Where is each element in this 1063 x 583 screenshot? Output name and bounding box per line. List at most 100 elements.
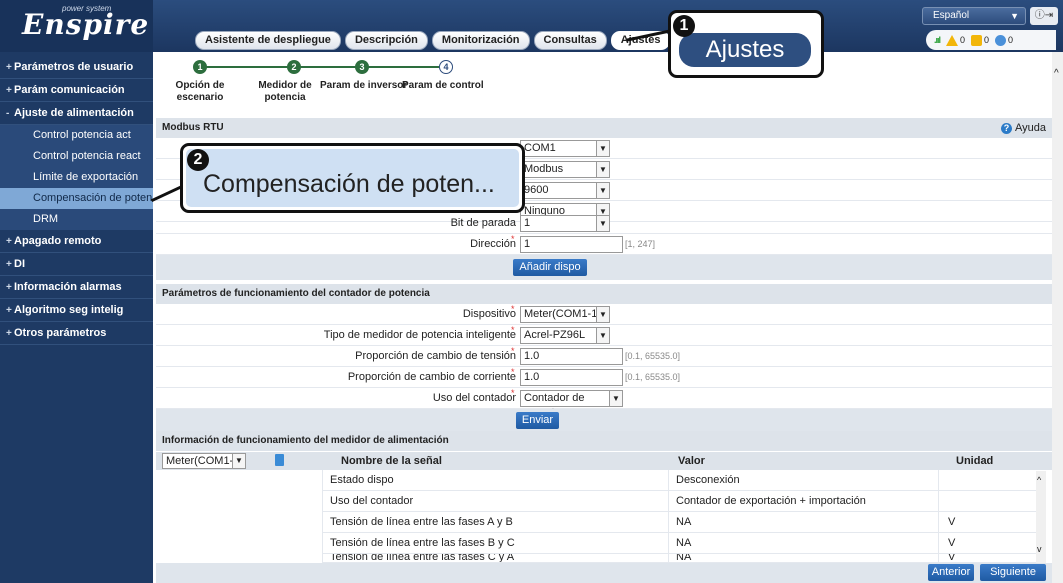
signal-value: Desconexión bbox=[676, 474, 740, 486]
sidebar-item-power-settings[interactable]: - Ajuste de alimentación bbox=[0, 102, 153, 125]
alarm-major[interactable]: 0 bbox=[946, 34, 965, 46]
voltage-ratio-input[interactable]: 1.0 bbox=[520, 348, 623, 365]
address-input[interactable]: 1 bbox=[520, 236, 623, 253]
address-label: Dirección bbox=[470, 238, 516, 250]
language-select[interactable]: Español ▼ bbox=[922, 7, 1026, 25]
help-link[interactable]: ? Ayuda bbox=[1001, 118, 1046, 138]
baud-rate-select[interactable]: 9600 ▼ bbox=[520, 182, 610, 199]
top-header: Enspire power system Asistente de despli… bbox=[0, 0, 1063, 52]
chevron-down-icon: ▼ bbox=[596, 183, 609, 198]
callout-compensation-label: Compensación de poten... bbox=[203, 170, 495, 198]
callout-ajustes: Ajustes 1 bbox=[668, 10, 824, 78]
tab-deployment-wizard[interactable]: Asistente de despliegue bbox=[195, 31, 341, 50]
sidebar-sub-export-limit[interactable]: Límite de exportación bbox=[0, 167, 153, 188]
port-value: COM1 bbox=[524, 142, 556, 154]
voltage-ratio-label: Proporción de cambio de tensión bbox=[355, 350, 516, 362]
logo-subtitle: power system bbox=[62, 4, 112, 13]
expand-icon: + bbox=[6, 305, 12, 316]
device-select[interactable]: Meter(COM1-1) ▼ bbox=[520, 306, 610, 323]
signal-value: Contador de exportación + importación bbox=[676, 495, 866, 507]
signal-value: NA bbox=[676, 537, 692, 549]
meter-type-label: Tipo de medidor de potencia inteligente bbox=[323, 329, 516, 341]
submit-strip: Enviar bbox=[156, 409, 1052, 432]
signal-name: Uso del contador bbox=[330, 495, 414, 507]
expand-icon: + bbox=[6, 282, 12, 293]
sidebar-sub-power-compensation[interactable]: Compensación de poten... bbox=[0, 188, 153, 209]
sidebar-item-di[interactable]: + DI bbox=[0, 253, 153, 276]
sidebar-item-other-params[interactable]: + Otros parámetros bbox=[0, 322, 153, 345]
submit-button[interactable]: Enviar bbox=[516, 412, 559, 429]
protocol-select[interactable]: Modbus ▼ bbox=[520, 161, 610, 178]
signal-value: NA bbox=[676, 554, 692, 563]
footer-strip: Anterior Siguiente bbox=[156, 563, 1052, 583]
sidebar-sub-active-power[interactable]: Control potencia act bbox=[0, 125, 153, 146]
sidebar-item-user-params[interactable]: + Parámetros de usuario bbox=[0, 56, 153, 79]
baud-rate-value: 9600 bbox=[524, 184, 549, 196]
step-4-label: Param de control bbox=[402, 80, 484, 91]
signal-icon: .ııl bbox=[934, 35, 941, 45]
sidebar-sub-drm[interactable]: DRM bbox=[0, 209, 153, 230]
device-label: Dispositivo bbox=[462, 308, 516, 320]
meter-type-select[interactable]: Acrel-PZ96L ▼ bbox=[520, 327, 610, 344]
chevron-down-icon: ▼ bbox=[232, 454, 245, 468]
signal-unit: V bbox=[948, 537, 956, 549]
logout-icon[interactable]: ⇥ bbox=[1045, 10, 1053, 21]
address-range: [1, 247] bbox=[625, 239, 656, 249]
sidebar-item-alarm-info[interactable]: + Información alarmas bbox=[0, 276, 153, 299]
page-scrollbar[interactable]: ^ bbox=[1052, 52, 1063, 583]
scroll-up-icon[interactable]: ^ bbox=[1037, 475, 1041, 485]
current-ratio-row: Proporción de cambio de corriente * 1.0 … bbox=[156, 367, 1052, 388]
tab-queries[interactable]: Consultas bbox=[533, 31, 607, 50]
current-ratio-label: Proporción de cambio de corriente bbox=[347, 371, 516, 383]
meter-info-table-header: Meter(COM1-1) ▼ Nombre de la señal Valor … bbox=[156, 452, 1052, 470]
collapse-icon: - bbox=[6, 108, 10, 119]
callout-number-2: 2 bbox=[187, 149, 209, 171]
stop-bit-label: Bit de parada bbox=[450, 217, 516, 229]
modbus-address-row: Dirección * 1 [1, 247] bbox=[156, 234, 1052, 255]
sidebar: + Parámetros de usuario + Parám comunicaci… bbox=[0, 52, 153, 583]
meter-usage-select[interactable]: Contador de exporta▼ bbox=[520, 390, 623, 419]
meter-info-section-header: Información de funcionamiento del medido… bbox=[156, 431, 1052, 451]
sidebar-item-smart-safety[interactable]: + Algoritmo seg intelig bbox=[0, 299, 153, 322]
current-ratio-input[interactable]: 1.0 bbox=[520, 369, 623, 386]
help-logout-icons[interactable]: ⓘ⇥ bbox=[1030, 7, 1058, 25]
enspire-logo: Enspire power system bbox=[0, 0, 153, 52]
add-device-strip: Añadir dispo bbox=[156, 255, 1052, 280]
sidebar-item-label: Parámetros de usuario bbox=[14, 61, 134, 73]
sidebar-item-remote-shutdown[interactable]: + Apagado remoto bbox=[0, 230, 153, 253]
sidebar-item-label: Apagado remoto bbox=[14, 235, 102, 247]
next-button[interactable]: Siguiente bbox=[980, 564, 1046, 581]
scroll-down-icon[interactable]: v bbox=[1037, 544, 1042, 554]
voltage-ratio-range: [0.1, 65535.0] bbox=[625, 351, 681, 361]
sidebar-item-comm-params[interactable]: + Parám comunicación bbox=[0, 79, 153, 102]
step-connector bbox=[199, 66, 294, 68]
step-1-indicator: 1 bbox=[193, 60, 207, 74]
protocol-value: Modbus bbox=[524, 163, 564, 175]
modbus-stopbit-row: Bit de parada 1 ▼ bbox=[156, 213, 1052, 234]
alarm-minor[interactable]: 0 bbox=[971, 34, 989, 46]
stop-bit-select[interactable]: 1 ▼ bbox=[520, 215, 610, 232]
meter-type-value: Acrel-PZ96L bbox=[524, 329, 586, 341]
port-select[interactable]: COM1 ▼ bbox=[520, 140, 610, 157]
alarm-warning[interactable]: 0 bbox=[995, 34, 1013, 46]
main-tabs: Asistente de despliegue Descripción Moni… bbox=[195, 31, 697, 50]
tab-overview[interactable]: Descripción bbox=[344, 31, 428, 50]
step-connector bbox=[389, 66, 439, 68]
scroll-up-icon[interactable]: ^ bbox=[1054, 68, 1059, 79]
table-scrollbar[interactable]: ^ v bbox=[1036, 471, 1046, 566]
tab-monitoring[interactable]: Monitorización bbox=[431, 31, 530, 50]
device-value: Meter(COM1-1) bbox=[524, 308, 602, 320]
chevron-down-icon: ▼ bbox=[596, 307, 609, 322]
sidebar-sub-reactive-power[interactable]: Control potencia react bbox=[0, 146, 153, 167]
required-mark: * bbox=[511, 234, 515, 244]
expand-icon: + bbox=[6, 328, 12, 339]
info-icon[interactable]: ⓘ bbox=[1035, 10, 1045, 21]
add-device-button[interactable]: Añadir dispo bbox=[513, 259, 587, 276]
delete-icon[interactable] bbox=[275, 454, 284, 466]
signal-unit: V bbox=[948, 516, 956, 528]
wizard-steps: 1 2 3 4 Opción de escenario Medidor de p… bbox=[156, 52, 1052, 113]
expand-icon: + bbox=[6, 85, 12, 96]
modbus-section-header: Modbus RTU ? Ayuda bbox=[156, 118, 1052, 138]
previous-button[interactable]: Anterior bbox=[928, 564, 974, 581]
meter-info-device-select[interactable]: Meter(COM1-1) ▼ bbox=[162, 453, 246, 469]
